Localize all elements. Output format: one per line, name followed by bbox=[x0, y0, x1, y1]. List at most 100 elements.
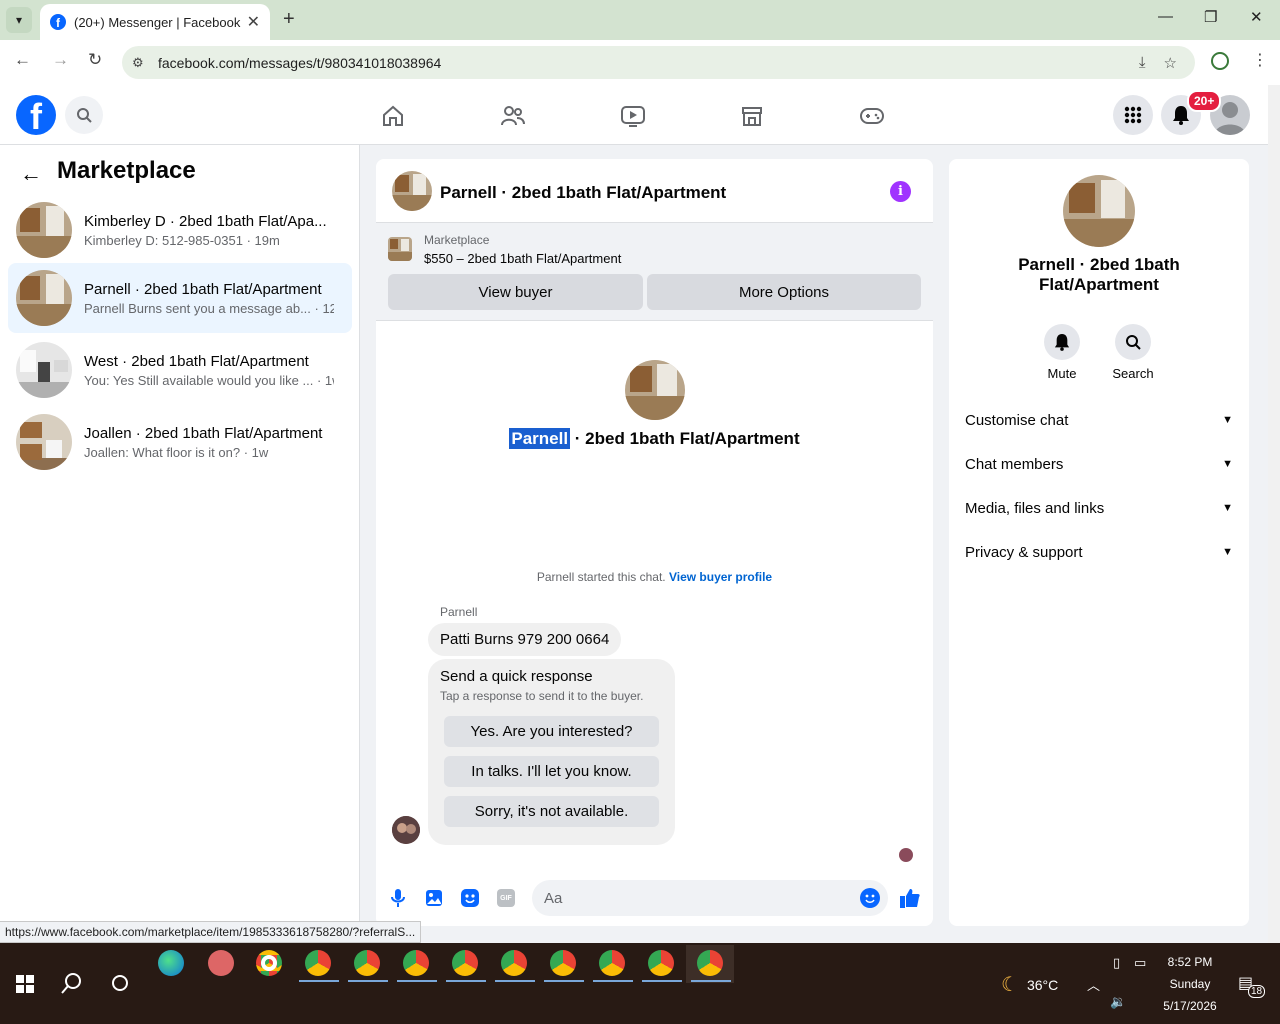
more-options-button[interactable]: More Options bbox=[647, 274, 921, 310]
message-input[interactable]: Aa bbox=[532, 880, 888, 916]
gaming-icon[interactable] bbox=[859, 103, 885, 129]
conversation-item[interactable]: Kimberley D · 2bed 1bath Flat/Apa... Kim… bbox=[8, 195, 352, 265]
quick-reply-in-talks[interactable]: In talks. I'll let you know. bbox=[444, 756, 659, 787]
search-in-chat-button[interactable]: Search bbox=[1103, 324, 1163, 381]
gif-badge: GIF bbox=[497, 889, 515, 907]
notification-count-badge: 20+ bbox=[1187, 90, 1222, 112]
sender-name: Parnell bbox=[440, 605, 478, 619]
tab-close-icon[interactable]: ✕ bbox=[247, 12, 260, 32]
chrome-profile-icon[interactable] bbox=[501, 950, 527, 976]
conversation-item[interactable]: West · 2bed 1bath Flat/Apartment You: Ye… bbox=[8, 335, 352, 405]
browser-profile-icon[interactable] bbox=[1211, 52, 1229, 70]
edge-browser-icon[interactable] bbox=[158, 950, 184, 976]
restore-button[interactable]: ❐ bbox=[1204, 8, 1217, 26]
volume-icon[interactable]: 🔉 bbox=[1110, 994, 1126, 1010]
quick-response-subtitle: Tap a response to send it to the buyer. bbox=[440, 689, 644, 703]
taskbar-search-icon[interactable] bbox=[59, 970, 85, 996]
gif-icon[interactable]: GIF bbox=[495, 887, 517, 909]
conversation-preview: Kimberley D: 512-985-0351 · 19m bbox=[84, 232, 280, 248]
view-buyer-button[interactable]: View buyer bbox=[388, 274, 643, 310]
windows-start-icon[interactable] bbox=[12, 971, 38, 997]
chrome-profile-icon[interactable] bbox=[403, 950, 429, 976]
menu-grid-button[interactable] bbox=[1113, 95, 1153, 135]
marketplace-icon[interactable] bbox=[739, 103, 765, 129]
quick-reply-yes[interactable]: Yes. Are you interested? bbox=[444, 716, 659, 747]
page-scrollbar[interactable] bbox=[1268, 85, 1280, 943]
chevron-down-icon: ▼ bbox=[1222, 458, 1233, 470]
chat-members-row[interactable]: Chat members ▼ bbox=[965, 446, 1233, 482]
sender-avatar[interactable] bbox=[392, 816, 420, 844]
view-buyer-profile-link[interactable]: View buyer profile bbox=[669, 570, 772, 584]
chrome-profile-icon[interactable] bbox=[697, 950, 723, 976]
selected-name-text: Parnell bbox=[509, 428, 571, 449]
conversation-name: West · 2bed 1bath Flat/Apartment bbox=[84, 352, 309, 370]
sticker-icon[interactable] bbox=[459, 887, 481, 909]
chrome-profile-icon[interactable] bbox=[648, 950, 674, 976]
install-app-icon[interactable]: ⤓ bbox=[1139, 54, 1146, 71]
info-icon[interactable]: i bbox=[890, 181, 911, 202]
running-indicator bbox=[593, 980, 633, 982]
microphone-icon[interactable] bbox=[387, 887, 409, 909]
media-files-links-row[interactable]: Media, files and links ▼ bbox=[965, 490, 1233, 526]
forward-button[interactable]: → bbox=[52, 50, 69, 70]
weather-widget[interactable]: ☾ 36°C bbox=[1001, 972, 1058, 997]
browser-tab[interactable]: f (20+) Messenger | Facebook ✕ bbox=[40, 4, 270, 40]
facebook-logo-icon[interactable]: f bbox=[16, 95, 56, 135]
seen-indicator-avatar bbox=[899, 848, 913, 862]
chat-center-title: Parnell · 2bed 1bath Flat/Apartment bbox=[376, 428, 933, 449]
row-label: Privacy & support bbox=[965, 543, 1083, 561]
photo-icon[interactable] bbox=[423, 887, 445, 909]
thumbs-up-icon[interactable] bbox=[899, 887, 921, 909]
home-icon[interactable] bbox=[380, 103, 406, 129]
emoji-icon[interactable] bbox=[860, 888, 880, 908]
conversation-preview: Parnell Burns sent you a message ab... ·… bbox=[84, 300, 334, 316]
task-view-icon[interactable] bbox=[107, 970, 133, 996]
chrome-icon[interactable] bbox=[256, 950, 282, 976]
chrome-profile-icon[interactable] bbox=[305, 950, 331, 976]
minimize-button[interactable]: — bbox=[1158, 8, 1173, 25]
mute-button[interactable]: Mute bbox=[1032, 324, 1092, 381]
chat-thumbnail[interactable] bbox=[392, 171, 432, 211]
temperature: 36°C bbox=[1026, 976, 1059, 993]
tray-device-icon[interactable]: ▯ bbox=[1113, 955, 1120, 971]
video-icon[interactable] bbox=[620, 103, 646, 129]
privacy-support-row[interactable]: Privacy & support ▼ bbox=[965, 534, 1233, 570]
bookmark-star-icon[interactable]: ☆ bbox=[1164, 54, 1177, 72]
conversation-item-active[interactable]: Parnell · 2bed 1bath Flat/Apartment Parn… bbox=[8, 263, 352, 333]
details-title: Parnell · 2bed 1bath Flat/Apartment bbox=[1018, 255, 1180, 294]
close-window-button[interactable]: ✕ bbox=[1250, 8, 1263, 26]
facebook-search-button[interactable] bbox=[65, 96, 103, 134]
started-text: Parnell started this chat. bbox=[536, 570, 669, 584]
chat-title[interactable]: Parnell · 2bed 1bath Flat/Apartment bbox=[440, 183, 726, 203]
chrome-profile-icon[interactable] bbox=[452, 950, 478, 976]
back-button[interactable]: ← bbox=[14, 50, 31, 70]
running-indicator bbox=[495, 980, 535, 982]
listing-thumbnail bbox=[16, 270, 72, 326]
chrome-profile-icon[interactable] bbox=[599, 950, 625, 976]
message-bubble[interactable]: Patti Burns 979 200 0664 bbox=[428, 623, 622, 656]
mute-label: Mute bbox=[1047, 366, 1077, 381]
address-bar[interactable]: ⚙ facebook.com/messages/t/98034101803896… bbox=[122, 46, 1195, 79]
clock-date: 5/17/2026 bbox=[1163, 999, 1217, 1013]
tab-search-dropdown[interactable]: ▾ bbox=[6, 7, 32, 33]
url-text[interactable]: facebook.com/messages/t/980341018038964 bbox=[158, 55, 1139, 71]
friends-icon[interactable] bbox=[500, 103, 526, 129]
reload-button[interactable]: ↻ bbox=[88, 50, 102, 70]
conversation-name: Joallen · 2bed 1bath Flat/Apartment bbox=[84, 424, 323, 442]
conversation-item[interactable]: Joallen · 2bed 1bath Flat/Apartment Joal… bbox=[8, 407, 352, 477]
chat-profile-photo[interactable] bbox=[625, 360, 685, 420]
site-settings-icon[interactable]: ⚙ bbox=[132, 55, 152, 71]
back-arrow-icon[interactable]: ← bbox=[20, 161, 42, 187]
system-clock[interactable]: 8:52 PM Sunday 5/17/2026 bbox=[1160, 951, 1220, 1017]
browser-menu-icon[interactable]: ⋮ bbox=[1252, 50, 1268, 70]
details-profile-photo[interactable] bbox=[1063, 175, 1135, 247]
customise-chat-row[interactable]: Customise chat ▼ bbox=[965, 402, 1233, 438]
network-icon[interactable]: ▭ bbox=[1134, 955, 1146, 971]
tray-chevron-icon[interactable]: ︿ bbox=[1087, 975, 1100, 994]
listing-title[interactable]: $550 – 2bed 1bath Flat/Apartment bbox=[424, 251, 621, 266]
chrome-profile-icon[interactable] bbox=[550, 950, 576, 976]
new-tab-button[interactable]: + bbox=[283, 8, 295, 31]
paint-app-icon[interactable] bbox=[208, 950, 234, 976]
quick-reply-not-available[interactable]: Sorry, it's not available. bbox=[444, 796, 659, 827]
chrome-profile-icon[interactable] bbox=[354, 950, 380, 976]
